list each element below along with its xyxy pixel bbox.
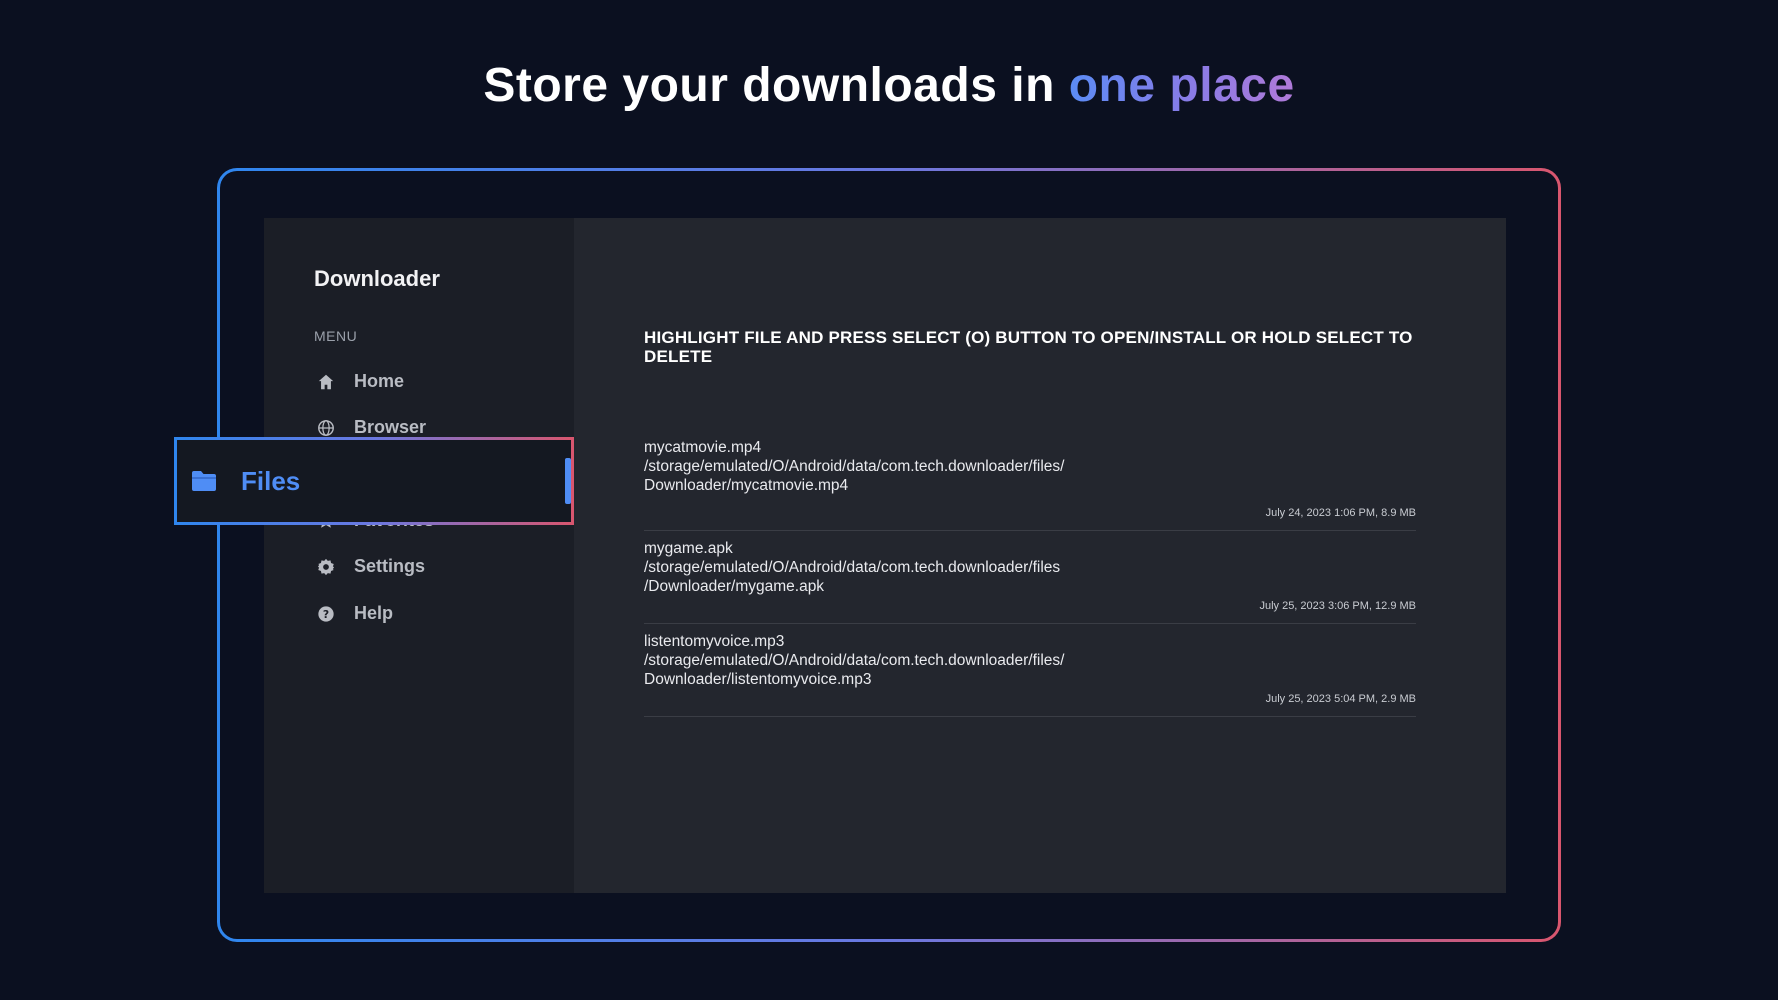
file-path: /Downloader/mygame.apk [644,578,825,595]
sidebar-item-help[interactable]: ? Help [316,603,393,624]
sidebar-item-label: Home [354,371,405,391]
file-path: /storage/emulated/O/Android/data/com.tec… [644,458,1065,475]
sidebar-item-label: Files [241,465,301,496]
file-row[interactable]: mygame.apk /storage/emulated/O/Android/d… [644,531,1416,624]
sidebar: Downloader MENU Home Browser Favorites [264,218,574,893]
selection-indicator [565,458,571,504]
file-meta: July 25, 2023 5:04 PM, 2.9 MB [1265,693,1416,705]
file-text: listentomyvoice.mp3 /storage/emulated/O/… [644,632,1144,689]
file-text: mycatmovie.mp4 /storage/emulated/O/Andro… [644,438,1144,495]
file-text: mygame.apk /storage/emulated/O/Android/d… [644,539,1144,596]
app-title: Downloader [314,266,440,291]
sidebar-item-label: Browser [354,417,427,437]
file-row[interactable]: mycatmovie.mp4 /storage/emulated/O/Andro… [644,438,1416,531]
file-path: Downloader/mycatmovie.mp4 [644,477,849,494]
file-meta: July 25, 2023 3:06 PM, 12.9 MB [1259,600,1416,612]
globe-icon [316,418,336,438]
file-path: Downloader/listentomyvoice.mp3 [644,671,872,688]
sidebar-item-browser[interactable]: Browser [316,417,426,438]
files-panel: HIGHLIGHT FILE AND PRESS SELECT (O) BUTT… [574,218,1506,893]
gear-icon [316,557,336,577]
file-row[interactable]: listentomyvoice.mp3 /storage/emulated/O/… [644,624,1416,717]
file-name: listentomyvoice.mp3 [644,633,785,650]
help-icon: ? [316,604,336,624]
folder-icon [191,470,217,492]
sidebar-item-files-inner: Files [177,440,571,522]
headline-prefix: Store your downloads in [483,59,1055,112]
menu-label: MENU [314,328,358,344]
sidebar-item-label: Help [354,603,394,623]
promo-page: Store your downloads in one place Downlo… [0,0,1778,1000]
headline-accent: one place [1068,59,1295,112]
file-meta: July 24, 2023 1:06 PM, 8.9 MB [1265,507,1416,519]
sidebar-item-settings[interactable]: Settings [316,556,425,577]
headline: Store your downloads in one place [0,58,1778,113]
file-path: /storage/emulated/O/Android/data/com.tec… [644,652,1065,669]
app-window: Downloader MENU Home Browser Favorites [264,218,1506,893]
home-icon [316,372,336,392]
file-list: mycatmovie.mp4 /storage/emulated/O/Andro… [644,438,1416,717]
svg-text:?: ? [323,608,329,621]
file-name: mygame.apk [644,540,733,557]
file-name: mycatmovie.mp4 [644,439,762,456]
sidebar-item-home[interactable]: Home [316,371,404,392]
file-path: /storage/emulated/O/Android/data/com.tec… [644,559,1061,576]
sidebar-item-label: Settings [354,556,426,576]
sidebar-item-files[interactable]: Files [174,437,574,525]
instructions-text: HIGHLIGHT FILE AND PRESS SELECT (O) BUTT… [644,328,1413,366]
